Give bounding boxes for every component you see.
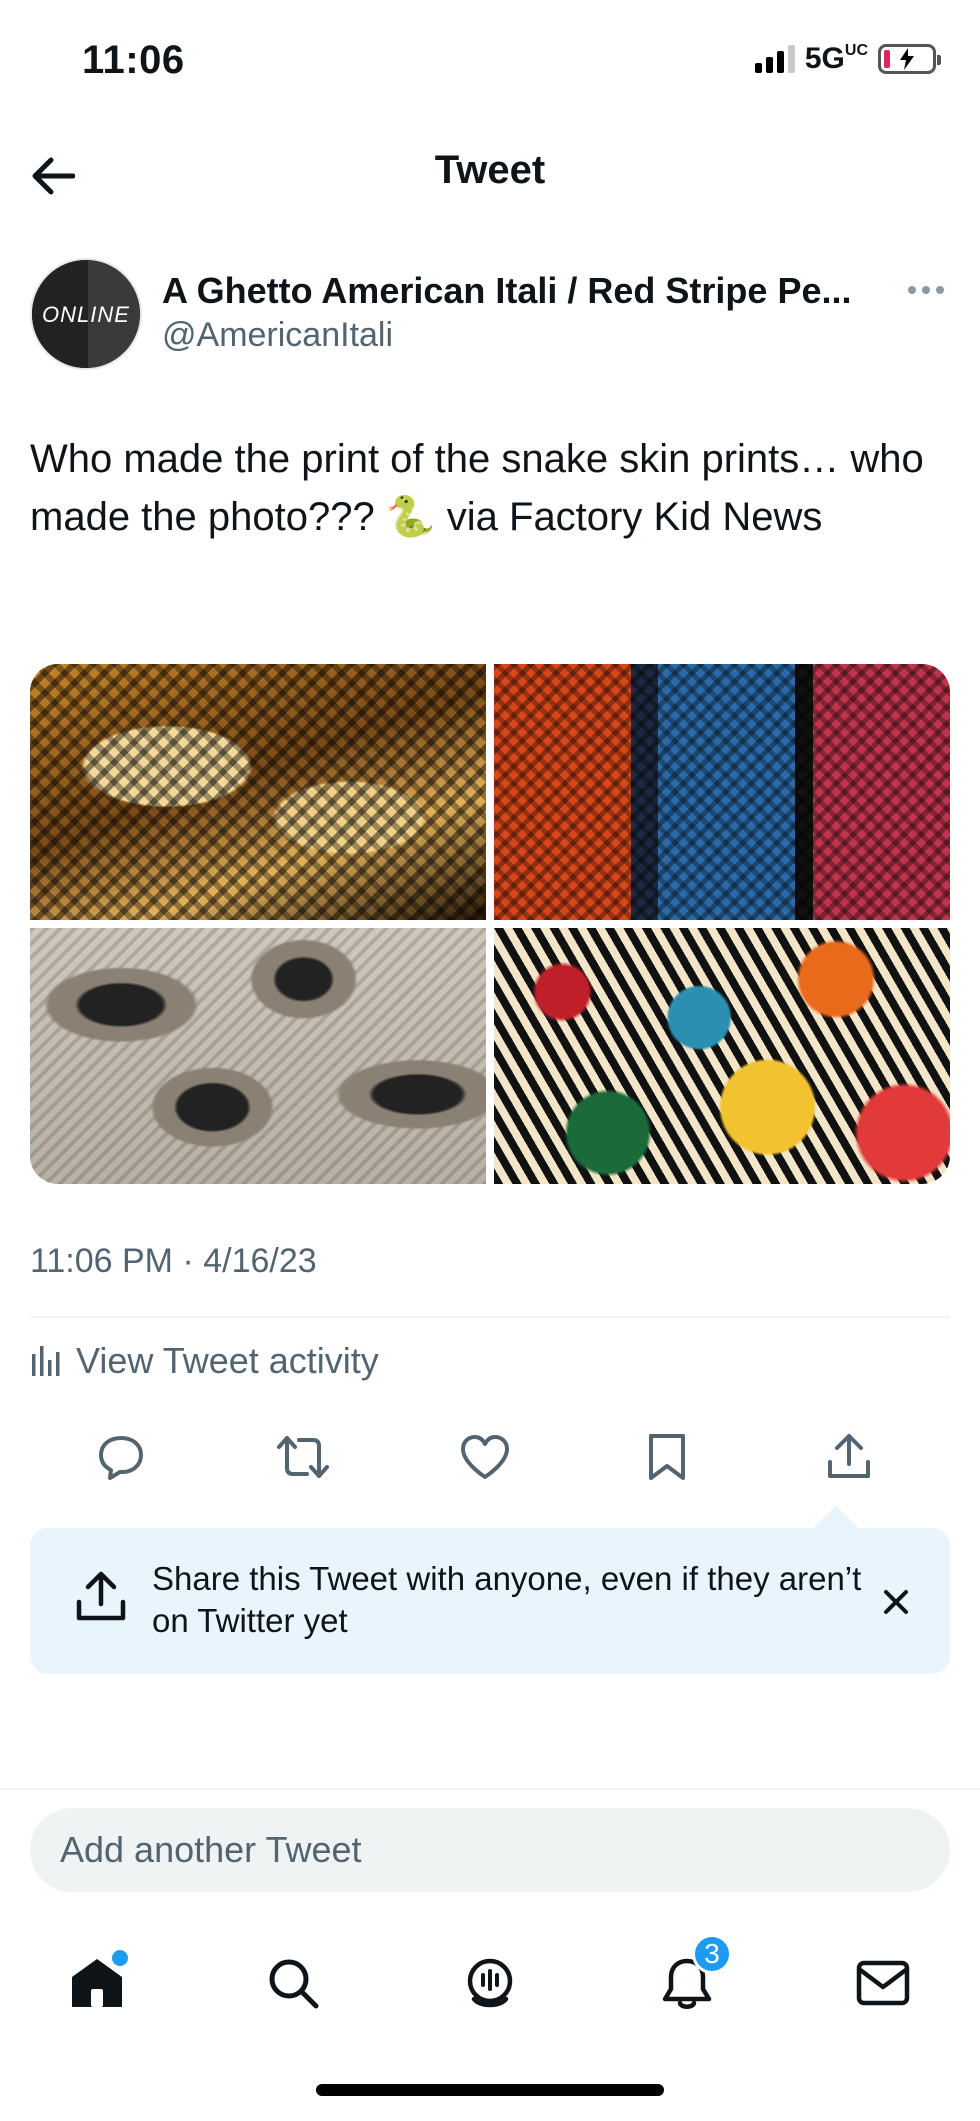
view-activity-label: View Tweet activity bbox=[76, 1340, 379, 1381]
reply-field[interactable] bbox=[30, 1808, 950, 1892]
top-header: Tweet bbox=[0, 130, 980, 220]
search-icon bbox=[269, 1959, 319, 2009]
more-options-button[interactable] bbox=[902, 280, 950, 300]
retweet-button[interactable] bbox=[274, 1428, 332, 1486]
share-button[interactable] bbox=[820, 1428, 878, 1486]
home-indicator[interactable] bbox=[316, 2084, 664, 2096]
status-bar: 11:06 5GUC bbox=[0, 0, 980, 120]
author-handle[interactable]: @AmericanItali bbox=[162, 316, 393, 355]
status-time: 11:06 bbox=[82, 38, 185, 82]
spaces-icon bbox=[467, 1958, 513, 2008]
share-icon bbox=[828, 1434, 870, 1478]
share-tip-text: Share this Tweet with anyone, even if th… bbox=[152, 1560, 862, 1639]
nav-messages[interactable] bbox=[848, 1948, 918, 2018]
tweet-timestamp[interactable]: 11:06 PM · 4/16/23 bbox=[30, 1242, 317, 1281]
heart-icon bbox=[461, 1435, 509, 1479]
analytics-icon bbox=[32, 1346, 60, 1376]
view-activity-link[interactable]: View Tweet activity bbox=[30, 1340, 379, 1382]
avatar-text: ONLINE bbox=[42, 302, 130, 327]
tweet-media-grid bbox=[30, 664, 950, 1184]
messages-icon bbox=[856, 1960, 910, 2006]
page-title: Tweet bbox=[434, 148, 546, 192]
battery-icon bbox=[878, 44, 941, 74]
nav-search[interactable] bbox=[258, 1948, 328, 2018]
tweet-author: ONLINE A Ghetto American Itali / Red Str… bbox=[30, 258, 950, 374]
tweet-photo-1[interactable] bbox=[30, 664, 486, 920]
home-notification-dot bbox=[112, 1950, 128, 1966]
signal-icon bbox=[754, 45, 795, 73]
tweet-text: Who made the print of the snake skin pri… bbox=[30, 437, 924, 539]
bookmark-icon bbox=[649, 1434, 685, 1480]
reply-icon bbox=[99, 1436, 143, 1480]
tweet-photo-3[interactable] bbox=[30, 928, 486, 1184]
more-dots-icon bbox=[908, 286, 916, 294]
close-tip-button[interactable] bbox=[876, 1582, 916, 1622]
reply-divider bbox=[0, 1788, 980, 1790]
bookmark-button[interactable] bbox=[638, 1428, 696, 1486]
reply-button[interactable] bbox=[92, 1428, 150, 1486]
reply-input[interactable] bbox=[30, 1808, 950, 1892]
tweet-photo-4[interactable] bbox=[494, 928, 950, 1184]
tweet-photo-2[interactable] bbox=[494, 664, 950, 920]
bottom-nav: 3 bbox=[0, 1930, 980, 2040]
status-indicators: 5GUC bbox=[754, 42, 941, 76]
retweet-icon bbox=[277, 1436, 329, 1478]
nav-notifications[interactable]: 3 bbox=[652, 1934, 732, 2018]
tweet-action-bar bbox=[30, 1422, 950, 1492]
divider bbox=[30, 1316, 950, 1318]
nav-home[interactable] bbox=[62, 1948, 132, 2018]
network-label: 5GUC bbox=[804, 42, 868, 75]
notifications-badge: 3 bbox=[692, 1934, 732, 1974]
share-tip: Share this Tweet with anyone, even if th… bbox=[30, 1528, 950, 1674]
share-icon bbox=[76, 1571, 126, 1621]
nav-spaces[interactable] bbox=[455, 1948, 525, 2018]
like-button[interactable] bbox=[456, 1428, 514, 1486]
close-icon bbox=[884, 1590, 908, 1614]
author-name[interactable]: A Ghetto American Itali / Red Stripe Pe.… bbox=[162, 270, 922, 312]
avatar[interactable]: ONLINE bbox=[30, 258, 142, 370]
